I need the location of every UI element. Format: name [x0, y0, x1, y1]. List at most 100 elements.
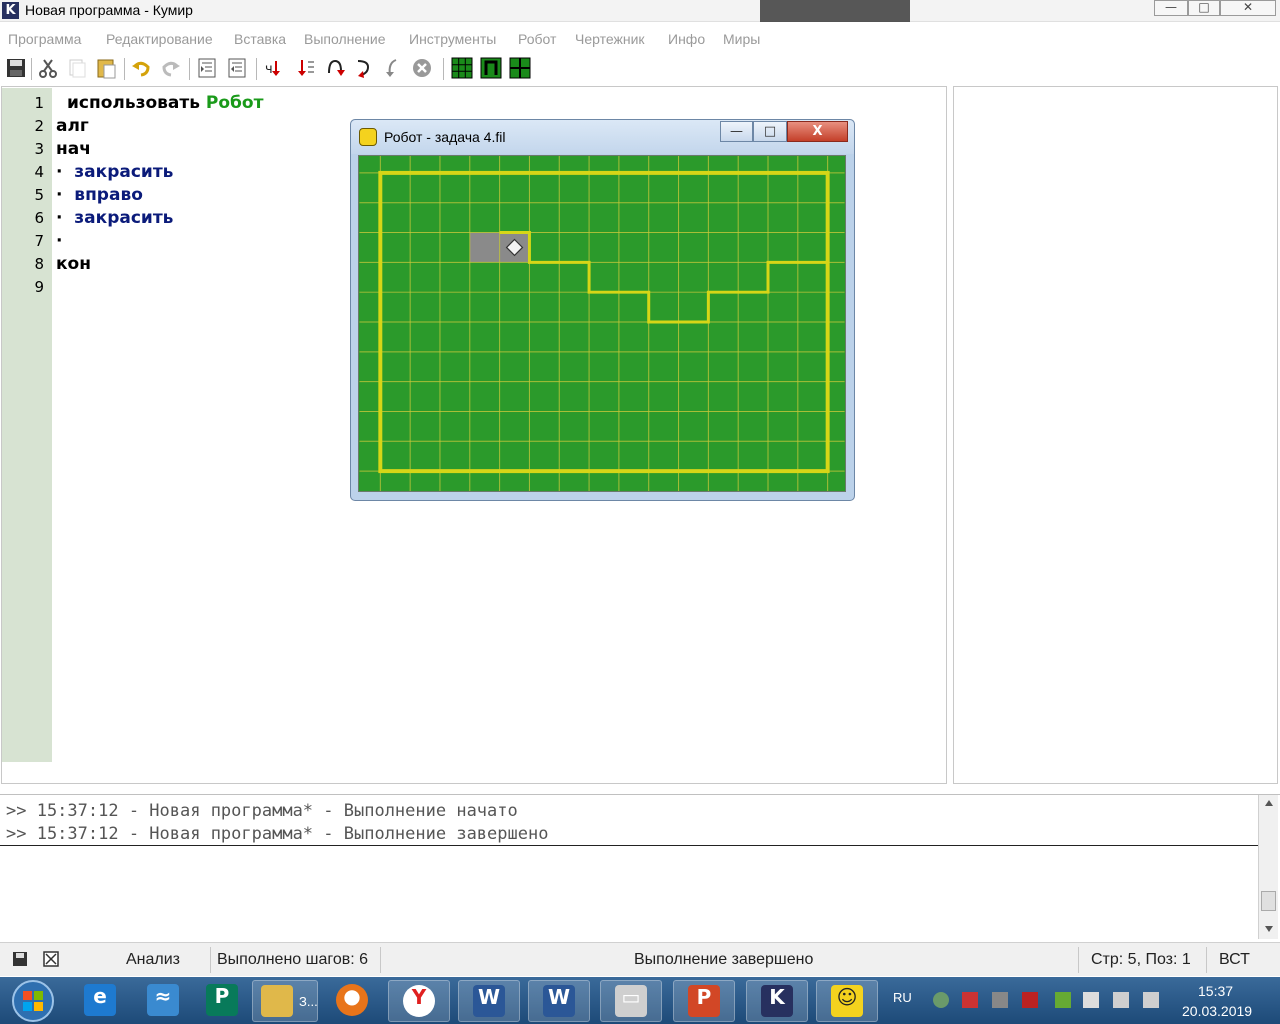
draw-icon[interactable]	[480, 57, 502, 79]
volume-tray-icon[interactable]	[1083, 992, 1099, 1008]
network-tray-icon[interactable]	[933, 992, 949, 1008]
copy-icon[interactable]	[66, 57, 88, 79]
status-bar: Анализ Выполнено шагов: 6 Выполнение зав…	[0, 942, 1280, 976]
code-token: закрасить	[62, 162, 174, 182]
taskbar-item[interactable]: e	[70, 980, 132, 1022]
field-background	[359, 156, 845, 491]
code-line[interactable]: кон	[56, 254, 91, 274]
flag-tray-icon[interactable]	[1022, 992, 1038, 1008]
kumir-logo-icon: K	[2, 2, 19, 19]
robot-window-titlebar[interactable]: Робот - задача 4.fil — □ X	[351, 120, 854, 154]
robot-close-button[interactable]: X	[787, 121, 848, 142]
robot-minimize-button[interactable]: —	[720, 121, 753, 142]
console-line: >> 15:37:12 - Новая программа* - Выполне…	[6, 824, 549, 844]
toolbar: ч	[0, 54, 1280, 84]
taskbar-item[interactable]: W	[458, 980, 520, 1022]
code-line[interactable]: использовать Робот	[67, 93, 263, 113]
steps-label: Выполнено шагов: 6	[217, 951, 369, 968]
indent-icon[interactable]	[196, 57, 218, 79]
line-number: 5	[34, 186, 44, 204]
internet-explorer-icon: e	[84, 984, 116, 1016]
display-tray-icon[interactable]	[1113, 992, 1129, 1008]
clock-date[interactable]: 20.03.2019	[1182, 1003, 1252, 1019]
maximize-button[interactable]: □	[1188, 0, 1220, 16]
code-line[interactable]: алг	[56, 116, 89, 136]
taskbar-item[interactable]: W	[528, 980, 590, 1022]
code-line[interactable]: ·	[56, 231, 62, 251]
code-token: ·	[56, 231, 63, 251]
network-app-icon: ≈	[147, 984, 179, 1016]
redo-icon[interactable]	[160, 57, 182, 79]
power-tray-icon[interactable]	[1143, 992, 1159, 1008]
scroll-down-icon[interactable]	[1264, 925, 1274, 933]
language-indicator[interactable]: RU	[893, 990, 912, 1005]
taskbar-item[interactable]: P	[192, 980, 254, 1022]
kumir-app: K Новая программа - Кумир — □ ✕ Программ…	[0, 0, 1280, 1024]
undo-icon[interactable]	[130, 57, 152, 79]
robot-window-icon[interactable]	[509, 57, 531, 79]
yandex-browser-icon: Y	[403, 985, 435, 1017]
step-out-icon[interactable]	[352, 57, 374, 79]
minimize-button[interactable]: —	[1154, 0, 1188, 16]
run-icon[interactable]: ч	[264, 57, 286, 79]
save-icon[interactable]	[12, 951, 28, 967]
code-token: вправо	[62, 185, 143, 205]
word-icon: W	[473, 985, 505, 1017]
stop-icon[interactable]	[411, 57, 433, 79]
taskbar-item[interactable]: ●	[322, 980, 384, 1022]
svg-text:ч: ч	[265, 62, 273, 77]
unindent-icon[interactable]	[226, 57, 248, 79]
publisher-icon: P	[206, 984, 238, 1016]
step-back-icon[interactable]	[382, 57, 404, 79]
line-number: 3	[34, 140, 44, 158]
taskbar-item[interactable]: ☺	[816, 980, 878, 1022]
variables-panel	[953, 86, 1278, 784]
cut-icon[interactable]	[37, 57, 59, 79]
taskbar-item[interactable]: P	[673, 980, 735, 1022]
robot-grid-icon[interactable]	[451, 57, 473, 79]
taskbar-item[interactable]: З...	[252, 980, 318, 1022]
line-number: 6	[34, 209, 44, 227]
line-number: 1	[34, 94, 44, 112]
taskbar-item[interactable]: ≈	[133, 980, 195, 1022]
scroll-up-icon[interactable]	[1264, 799, 1274, 807]
code-line[interactable]: · вправо	[56, 185, 143, 205]
clock-time[interactable]: 15:37	[1198, 983, 1233, 999]
paste-icon[interactable]	[95, 57, 117, 79]
nvidia-tray-icon[interactable]	[1055, 992, 1071, 1008]
close-tab-icon[interactable]	[43, 951, 59, 967]
menu-robot[interactable]: Робот	[518, 31, 556, 47]
code-line[interactable]: нач	[56, 139, 91, 159]
step-into-icon[interactable]	[294, 57, 316, 79]
robot-maximize-button[interactable]: □	[753, 121, 787, 142]
menu-info[interactable]: Инфо	[668, 31, 705, 47]
menu-program[interactable]: Программа	[8, 31, 81, 47]
taskbar-item[interactable]: K	[746, 980, 808, 1022]
console-line: >> 15:37:12 - Новая программа* - Выполне…	[6, 801, 518, 821]
menu-worlds[interactable]: Миры	[723, 31, 760, 47]
code-line[interactable]: · закрасить	[56, 162, 173, 182]
taskbar-item[interactable]: Y	[388, 980, 450, 1022]
menu-tools[interactable]: Инструменты	[409, 31, 496, 47]
insert-mode: ВСТ	[1219, 951, 1250, 968]
step-over-icon[interactable]	[324, 57, 346, 79]
windows-start-icon[interactable]	[10, 979, 56, 1023]
menu-bar: Программа Редактирование Вставка Выполне…	[0, 28, 1280, 50]
taskbar: e ≈ P З... ● Y W W ▭ P K ☺ RU 15:37 20.03.2019	[0, 977, 1280, 1024]
usb-tray-icon[interactable]	[992, 992, 1008, 1008]
taskbar-item[interactable]: ▭	[600, 980, 662, 1022]
console-scrollbar[interactable]	[1258, 795, 1278, 939]
menu-insert[interactable]: Вставка	[234, 31, 286, 47]
painted-cell	[469, 232, 500, 263]
scroll-thumb[interactable]	[1261, 891, 1276, 911]
cursor-position: Стр: 5, Поз: 1	[1091, 951, 1191, 968]
line-number: 7	[34, 232, 44, 250]
menu-drawer[interactable]: Чертежник	[575, 31, 645, 47]
close-button[interactable]: ✕	[1220, 0, 1276, 16]
menu-edit[interactable]: Редактирование	[106, 31, 213, 47]
pdf-tray-icon[interactable]	[962, 992, 978, 1008]
line-number: 4	[34, 163, 44, 181]
save-icon[interactable]	[5, 57, 27, 79]
code-line[interactable]: · закрасить	[56, 208, 173, 228]
menu-run[interactable]: Выполнение	[304, 31, 385, 47]
